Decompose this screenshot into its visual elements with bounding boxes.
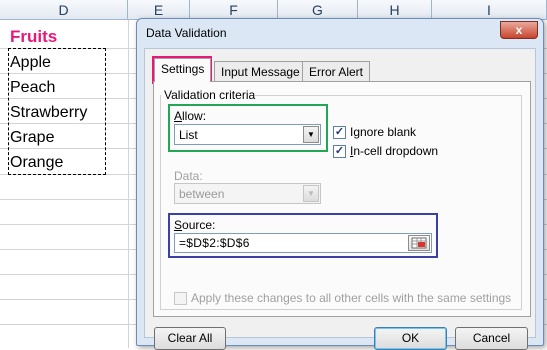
source-input-value: =$D$2:$D$6 <box>179 236 250 250</box>
tab-error-alert[interactable]: Error Alert <box>302 61 371 82</box>
dialog-title: Data Validation <box>146 26 227 40</box>
apply-all-label: Apply these changes to all other cells w… <box>191 291 512 305</box>
group-divider <box>240 95 522 96</box>
column-header-g[interactable]: G <box>278 0 358 20</box>
clear-all-button[interactable]: Clear All <box>154 327 226 350</box>
checkmark-icon: ✓ <box>334 126 345 138</box>
tab-settings[interactable]: Settings <box>154 58 212 82</box>
ok-button[interactable]: OK <box>374 327 447 350</box>
column-header-i[interactable]: I <box>432 0 547 20</box>
source-label: Source: <box>174 218 216 232</box>
allow-select-value: List <box>179 128 198 142</box>
selection-marquee <box>8 48 106 175</box>
checkmark-icon: ✓ <box>334 145 345 157</box>
validation-criteria-label: Validation criteria <box>164 88 256 102</box>
column-header-h[interactable]: H <box>358 0 432 20</box>
cell-fruits-header[interactable]: Fruits <box>10 25 57 49</box>
allow-label: Allow: <box>174 109 207 123</box>
settings-panel: Validation criteria Allow: List ▼ ✓ Igno… <box>153 81 531 317</box>
dialog-body: Settings Input Message Error Alert Valid… <box>144 48 536 350</box>
data-select-value: between <box>179 187 225 201</box>
apply-all-checkbox[interactable] <box>174 292 187 305</box>
range-selector-button[interactable] <box>408 235 430 251</box>
chevron-down-icon[interactable]: ▼ <box>303 126 319 143</box>
data-select[interactable]: between ▼ <box>174 183 321 204</box>
dialog-titlebar[interactable]: Data Validation x <box>137 19 543 47</box>
close-icon: x <box>515 23 523 37</box>
close-button[interactable]: x <box>500 21 538 39</box>
range-select-icon <box>411 237 427 249</box>
cancel-button[interactable]: Cancel <box>455 327 528 350</box>
in-cell-dropdown-label: In-cell dropdown <box>350 144 439 158</box>
ignore-blank-checkbox[interactable]: ✓ <box>333 126 346 139</box>
source-input[interactable]: =$D$2:$D$6 <box>174 233 432 253</box>
chevron-down-icon: ▼ <box>303 185 319 202</box>
column-header-f[interactable]: F <box>190 0 278 20</box>
column-header-d[interactable]: D <box>0 0 128 20</box>
allow-select[interactable]: List ▼ <box>174 124 321 145</box>
column-header-e[interactable]: E <box>128 0 190 20</box>
ignore-blank-label: Ignore blank <box>350 125 417 139</box>
tab-input-message[interactable]: Input Message <box>214 61 307 82</box>
data-validation-dialog: Data Validation x Settings Input Message… <box>136 18 544 350</box>
in-cell-dropdown-checkbox[interactable]: ✓ <box>333 145 346 158</box>
data-label: Data: <box>174 169 203 183</box>
